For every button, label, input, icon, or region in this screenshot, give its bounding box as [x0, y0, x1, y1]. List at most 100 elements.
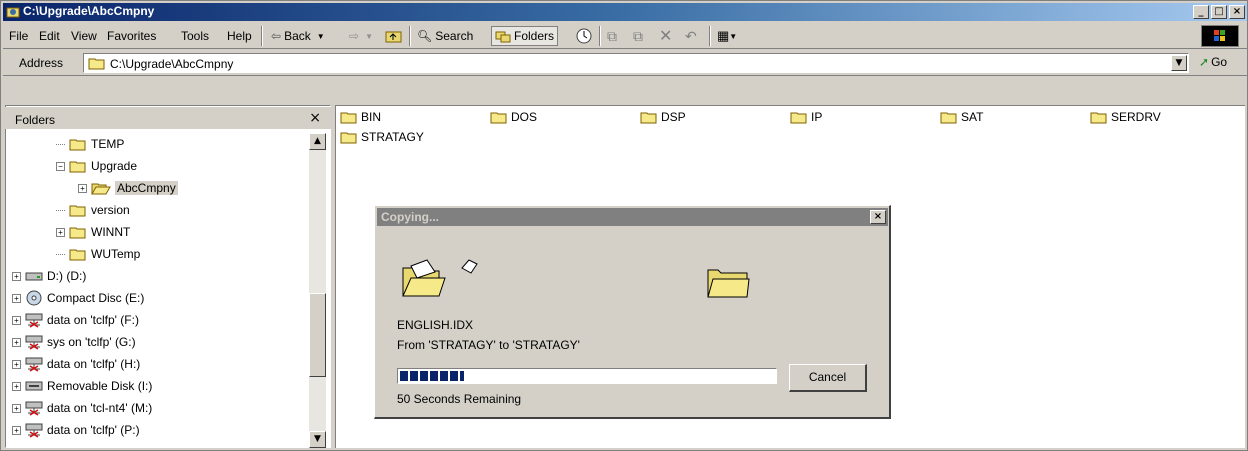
network-drive-icon — [25, 400, 43, 416]
expand-icon[interactable]: + — [12, 315, 21, 325]
forward-button[interactable]: ⇨ ▼ — [349, 26, 373, 46]
tree-item[interactable]: + WINNT — [56, 223, 130, 241]
folder-icon — [69, 247, 87, 261]
folder-icon — [69, 225, 87, 239]
copy-progress-bar — [397, 368, 777, 384]
up-folder-button[interactable] — [385, 26, 403, 46]
menu-toolbar-row: File Edit View Favorites Tools Help ⇦ Ba… — [3, 23, 1247, 49]
tree-item[interactable]: + sys on 'tclfp' (G:) — [12, 333, 136, 351]
search-label: Search — [435, 29, 474, 43]
folder-item[interactable]: BIN — [340, 110, 381, 124]
dialog-close-button[interactable]: × — [870, 210, 886, 224]
expand-icon[interactable]: + — [12, 293, 21, 303]
address-label: Address — [19, 56, 64, 70]
up-folder-icon — [385, 31, 402, 43]
tree-item-label: Compact Disc (E:) — [47, 291, 145, 305]
history-button[interactable] — [575, 26, 593, 46]
tree-item[interactable]: + D:) (D:) — [12, 267, 86, 285]
tree-item[interactable]: TEMP — [56, 135, 124, 153]
tree-item[interactable]: + data on 'tcl-nt4' (M:) — [12, 399, 152, 417]
address-dropdown-button[interactable]: ▼ — [1171, 55, 1187, 71]
tree-item[interactable]: version — [56, 201, 130, 219]
move-to-button[interactable]: ⧉ — [607, 26, 617, 46]
folder-icon — [1090, 110, 1108, 124]
folder-icon — [69, 159, 87, 173]
tree-item-label: Upgrade — [91, 159, 138, 173]
go-button[interactable]: ➚ Go — [1199, 55, 1227, 69]
dialog-title: Copying... — [381, 210, 439, 224]
copy-to-icon: ⧉ — [633, 27, 643, 44]
expand-icon[interactable]: + — [12, 337, 21, 347]
scroll-down-button[interactable]: ▼ — [309, 431, 326, 448]
folder-icon — [790, 110, 808, 124]
tree-item-label: sys on 'tclfp' (G:) — [47, 335, 136, 349]
folder-icon — [340, 130, 358, 144]
views-button[interactable]: ▦ ▼ — [717, 26, 737, 46]
expand-icon[interactable]: + — [12, 403, 21, 413]
window-title: C:\Upgrade\AbcCmpny — [23, 4, 155, 18]
back-label: Back — [284, 29, 311, 43]
scroll-thumb[interactable] — [309, 293, 326, 377]
windows-logo-icon — [1201, 25, 1239, 47]
menu-favorites[interactable]: Favorites — [107, 29, 156, 43]
menu-view[interactable]: View — [71, 29, 97, 43]
menu-edit[interactable]: Edit — [39, 29, 60, 43]
address-input[interactable]: C:\Upgrade\AbcCmpny ▼ — [83, 53, 1189, 73]
scroll-up-button[interactable]: ▲ — [309, 133, 326, 150]
maximize-button[interactable]: □ — [1211, 5, 1227, 19]
folder-icon — [69, 137, 87, 151]
back-arrow-icon: ⇦ — [271, 29, 282, 43]
minimize-button[interactable]: _ — [1193, 5, 1209, 19]
title-bar[interactable]: C:\Upgrade\AbcCmpny _ □ × — [3, 3, 1247, 21]
folder-tree[interactable]: TEMP − Upgrade + AbcCmpny version + WINNT WUTemp… — [6, 133, 308, 448]
folder-item-label: IP — [811, 110, 823, 124]
copy-to-button[interactable]: ⧉ — [633, 26, 643, 46]
address-value: C:\Upgrade\AbcCmpny — [110, 57, 234, 71]
cancel-button[interactable]: Cancel — [789, 364, 867, 392]
expand-icon[interactable]: + — [78, 183, 87, 193]
folder-item[interactable]: DSP — [640, 110, 686, 124]
folder-item-label: SAT — [961, 110, 984, 124]
tree-item[interactable]: + AbcCmpny — [78, 179, 178, 197]
back-button[interactable]: ⇦ Back ▼ — [271, 26, 325, 46]
toolbar-separator — [709, 26, 711, 46]
expand-icon[interactable]: + — [12, 271, 21, 281]
tree-item[interactable]: + Compact Disc (E:) — [12, 289, 144, 307]
menu-help[interactable]: Help — [227, 29, 252, 43]
folder-item[interactable]: SERDRV — [1090, 110, 1161, 124]
undo-button[interactable]: ↶ — [685, 26, 697, 46]
folder-window-icon — [6, 7, 20, 18]
close-button[interactable]: × — [1229, 5, 1245, 19]
tree-item[interactable]: + data on 'tclfp' (H:) — [12, 355, 140, 373]
search-button[interactable]: 🔍︎ Search — [417, 26, 473, 46]
folder-item[interactable]: DOS — [490, 110, 537, 124]
folders-pane-close-button[interactable]: × — [309, 110, 321, 126]
expand-icon[interactable]: + — [12, 381, 21, 391]
collapse-icon[interactable]: − — [56, 161, 65, 171]
folder-tree-scrollbar[interactable]: ▲ ▼ — [309, 133, 326, 448]
tree-item-label: TEMP — [91, 137, 125, 151]
tree-item[interactable]: + Removable Disk (I:) — [12, 377, 152, 395]
folder-item[interactable]: STRATAGY — [340, 130, 424, 144]
menu-file[interactable]: File — [9, 29, 28, 43]
go-arrow-icon: ➚ — [1199, 55, 1210, 69]
removable-drive-icon — [25, 379, 43, 393]
tree-item[interactable]: + data on 'tclfp' (P:) — [12, 421, 140, 439]
cd-icon — [25, 290, 43, 306]
tree-item[interactable]: WUTemp — [56, 245, 140, 263]
tree-item[interactable]: + data on 'tclfp' (F:) — [12, 311, 139, 329]
history-icon — [576, 28, 592, 44]
expand-icon[interactable]: + — [12, 359, 21, 369]
tree-item-label: data on 'tclfp' (F:) — [47, 313, 139, 327]
tree-item-label: D:) (D:) — [47, 269, 87, 283]
expand-icon[interactable]: + — [12, 425, 21, 435]
folders-button[interactable]: Folders — [491, 26, 559, 46]
folder-item[interactable]: IP — [790, 110, 822, 124]
folder-item[interactable]: SAT — [940, 110, 983, 124]
delete-button[interactable]: ✕ — [659, 26, 672, 46]
tree-item[interactable]: − Upgrade — [56, 157, 137, 175]
dialog-title-bar[interactable]: Copying... × — [377, 208, 888, 226]
menu-tools[interactable]: Tools — [181, 29, 209, 43]
folder-icon — [940, 110, 958, 124]
expand-icon[interactable]: + — [56, 227, 65, 237]
